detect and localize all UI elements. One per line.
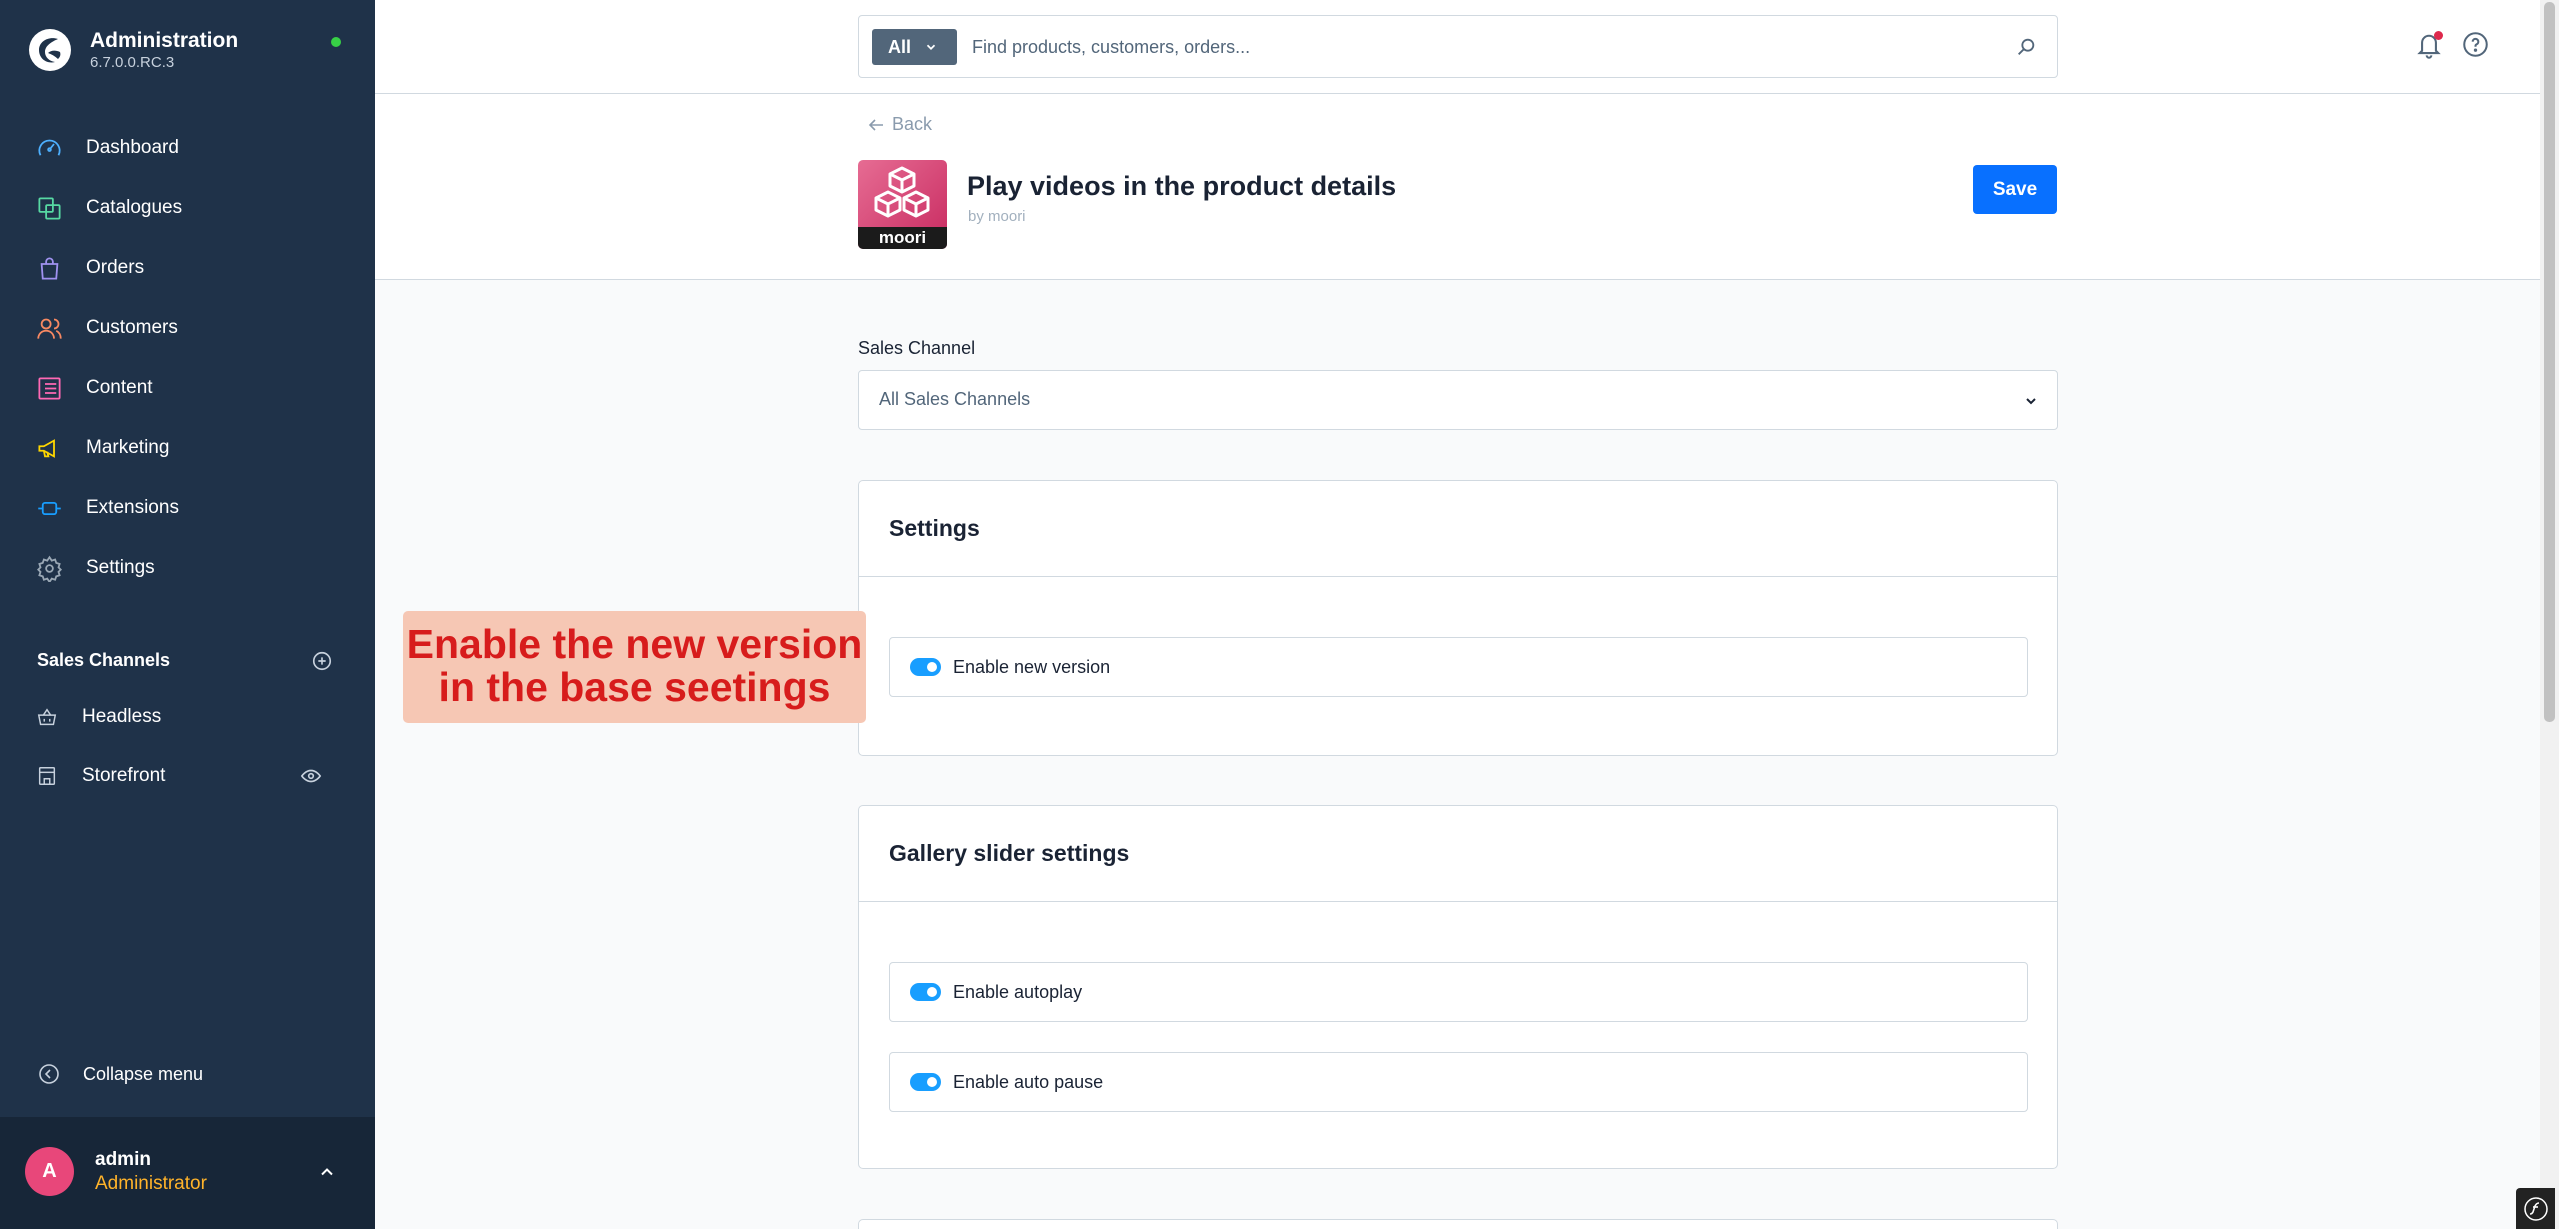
extensions-icon: [38, 501, 61, 515]
sales-channel-select[interactable]: All Sales Channels: [858, 370, 2058, 430]
main-nav: Dashboard Catalogues Orders Customers Co…: [0, 118, 375, 598]
sales-channel-label: Headless: [82, 706, 162, 727]
settings-card: Settings Enable new version: [858, 480, 2058, 756]
toggle-switch[interactable]: [910, 983, 941, 1001]
content-icon: [38, 376, 61, 400]
symfony-toolbar-icon[interactable]: [2516, 1188, 2555, 1229]
nav-item-dashboard[interactable]: Dashboard: [0, 118, 375, 178]
sales-channels-header: Sales Channels: [37, 650, 171, 670]
nav-label: Settings: [86, 557, 155, 578]
app-icon-label: moori: [858, 227, 947, 249]
symfony-icon: [2523, 1196, 2548, 1221]
nav-label: Extensions: [86, 497, 179, 518]
nav-label: Catalogues: [86, 197, 183, 218]
app-author: by moori: [968, 208, 1026, 225]
user-menu[interactable]: A admin Administrator: [0, 1117, 375, 1229]
switch-label: Enable auto pause: [953, 1071, 1104, 1092]
chevron-down-icon: [926, 44, 936, 50]
collapse-menu[interactable]: Collapse menu: [37, 1062, 203, 1086]
customers-icon: [37, 318, 62, 339]
callout-line: in the base seetings: [438, 664, 831, 710]
search-type-label: All: [888, 36, 912, 57]
orders-icon: [40, 257, 59, 280]
help-icon[interactable]: [2462, 31, 2489, 58]
switch-label: Enable new version: [953, 656, 1111, 677]
sales-channel-label: Storefront: [82, 765, 166, 786]
shopware-logo-icon: [29, 29, 71, 71]
nav-label: Dashboard: [86, 137, 179, 158]
nav-label: Orders: [86, 257, 145, 278]
basket-icon: [37, 708, 57, 726]
brand[interactable]: Administration 6.7.0.0.RC.3: [28, 28, 238, 72]
add-sales-channel-icon[interactable]: [311, 650, 333, 672]
app-icon: moori: [858, 160, 947, 249]
gallery-slider-card: Gallery slider settings Enable autoplay …: [858, 805, 2058, 1169]
search-icon[interactable]: [2015, 36, 2037, 58]
nav-item-marketing[interactable]: Marketing: [0, 418, 375, 478]
brand-title: Administration: [90, 29, 239, 52]
settings-icon: [36, 555, 63, 582]
catalogues-icon: [38, 196, 61, 220]
scrollbar-thumb[interactable]: [2544, 2, 2555, 722]
user-role: Administrator: [95, 1173, 207, 1194]
nav-item-extensions[interactable]: Extensions: [0, 478, 375, 538]
marketing-icon: [38, 438, 55, 458]
toggle-switch[interactable]: [910, 1073, 941, 1091]
chevron-down-icon: [2026, 398, 2036, 405]
search-type-dropdown[interactable]: All: [872, 29, 957, 65]
nav-label: Marketing: [86, 437, 170, 458]
avatar: A: [25, 1147, 74, 1196]
dashboard-icon: [38, 139, 61, 156]
back-link[interactable]: Back: [868, 114, 932, 135]
eye-icon[interactable]: [300, 765, 322, 787]
notification-badge: [2434, 31, 2443, 40]
sales-channel-value: All Sales Channels: [879, 389, 1031, 409]
save-button[interactable]: Save: [1973, 165, 2057, 214]
top-bar: All: [375, 0, 2559, 94]
toggle-switch[interactable]: [910, 658, 941, 676]
nav-item-customers[interactable]: Customers: [0, 298, 375, 358]
nav-item-catalogues[interactable]: Catalogues: [0, 178, 375, 238]
enable-new-version-switch[interactable]: Enable new version: [889, 637, 2028, 697]
brand-version: 6.7.0.0.RC.3: [90, 54, 175, 71]
nav-item-orders[interactable]: Orders: [0, 238, 375, 298]
switch-label: Enable autoplay: [953, 981, 1083, 1002]
arrow-left-icon: [868, 118, 883, 131]
nav-label: Customers: [86, 317, 178, 338]
user-name: admin: [95, 1149, 151, 1170]
sales-channel-headless[interactable]: Headless: [36, 706, 346, 728]
page-title: Play videos in the product details: [967, 171, 1397, 201]
status-indicator: [331, 37, 341, 47]
nav-item-content[interactable]: Content: [0, 358, 375, 418]
page-scrollbar[interactable]: [2540, 0, 2559, 1229]
card-title: Settings: [859, 481, 2057, 577]
chevron-up-icon[interactable]: [317, 1162, 337, 1182]
enable-auto-pause-switch[interactable]: Enable auto pause: [889, 1052, 2028, 1112]
callout-line: Enable the new version: [406, 621, 863, 667]
nav-label: Content: [86, 377, 153, 398]
collapse-label: Collapse menu: [83, 1063, 204, 1084]
back-label: Back: [892, 114, 933, 134]
collapse-icon: [39, 1064, 59, 1084]
global-search: All: [858, 15, 2058, 78]
storefront-icon: [38, 767, 56, 785]
search-input[interactable]: [972, 30, 1992, 64]
next-card-edge: [858, 1219, 2058, 1229]
enable-autoplay-switch[interactable]: Enable autoplay: [889, 962, 2028, 1022]
annotation-callout: Enable the new version in the base seeti…: [403, 611, 866, 723]
sales-channel-label: Sales Channel: [858, 338, 976, 358]
card-title: Gallery slider settings: [859, 806, 2057, 902]
sales-channel-storefront[interactable]: Storefront: [36, 765, 346, 787]
cubes-icon: [874, 166, 930, 218]
page-header: Back moori Play videos in the product de…: [375, 94, 2559, 280]
nav-item-settings[interactable]: Settings: [0, 538, 375, 598]
sidebar: Administration 6.7.0.0.RC.3 Dashboard Ca…: [0, 0, 375, 1229]
